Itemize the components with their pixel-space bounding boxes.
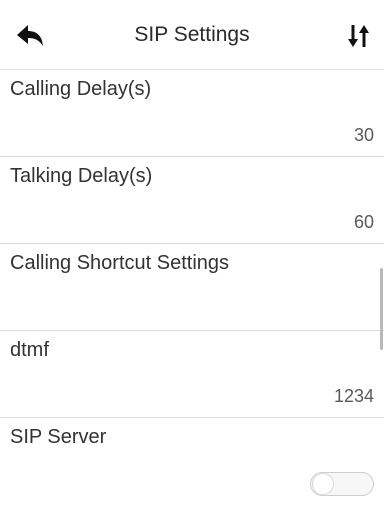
talking-delay-label: Talking Delay(s) (10, 165, 153, 187)
sort-arrows-icon (348, 25, 369, 47)
page-title: SIP Settings (134, 22, 250, 46)
toggle-knob (312, 473, 334, 495)
calling-shortcut-settings-label: Calling Shortcut Settings (10, 252, 230, 274)
calling-delay-value: 30 (353, 125, 374, 145)
sip-server-toggle[interactable] (310, 472, 374, 496)
dtmf-label: dtmf (10, 339, 49, 361)
sip-server-item[interactable]: SIP Server (0, 418, 384, 504)
talking-delay-value: 60 (353, 212, 374, 232)
calling-shortcut-settings-item[interactable]: Calling Shortcut Settings (0, 244, 384, 331)
calling-delay-label: Calling Delay(s) (10, 78, 152, 100)
settings-list: Calling Delay(s) 30 Talking Delay(s) 60 … (0, 70, 384, 504)
sip-settings-screen: SIP Settings Calling Delay(s) 30 Talking… (0, 0, 384, 511)
dtmf-item[interactable]: dtmf 1234 (0, 331, 384, 418)
talking-delay-item[interactable]: Talking Delay(s) 60 (0, 157, 384, 244)
scrollbar[interactable] (380, 268, 383, 350)
dtmf-value: 1234 (333, 386, 374, 406)
header-bar: SIP Settings (0, 0, 384, 70)
sip-server-label: SIP Server (10, 426, 107, 448)
calling-delay-item[interactable]: Calling Delay(s) 30 (0, 70, 384, 157)
sort-button[interactable] (344, 20, 374, 52)
